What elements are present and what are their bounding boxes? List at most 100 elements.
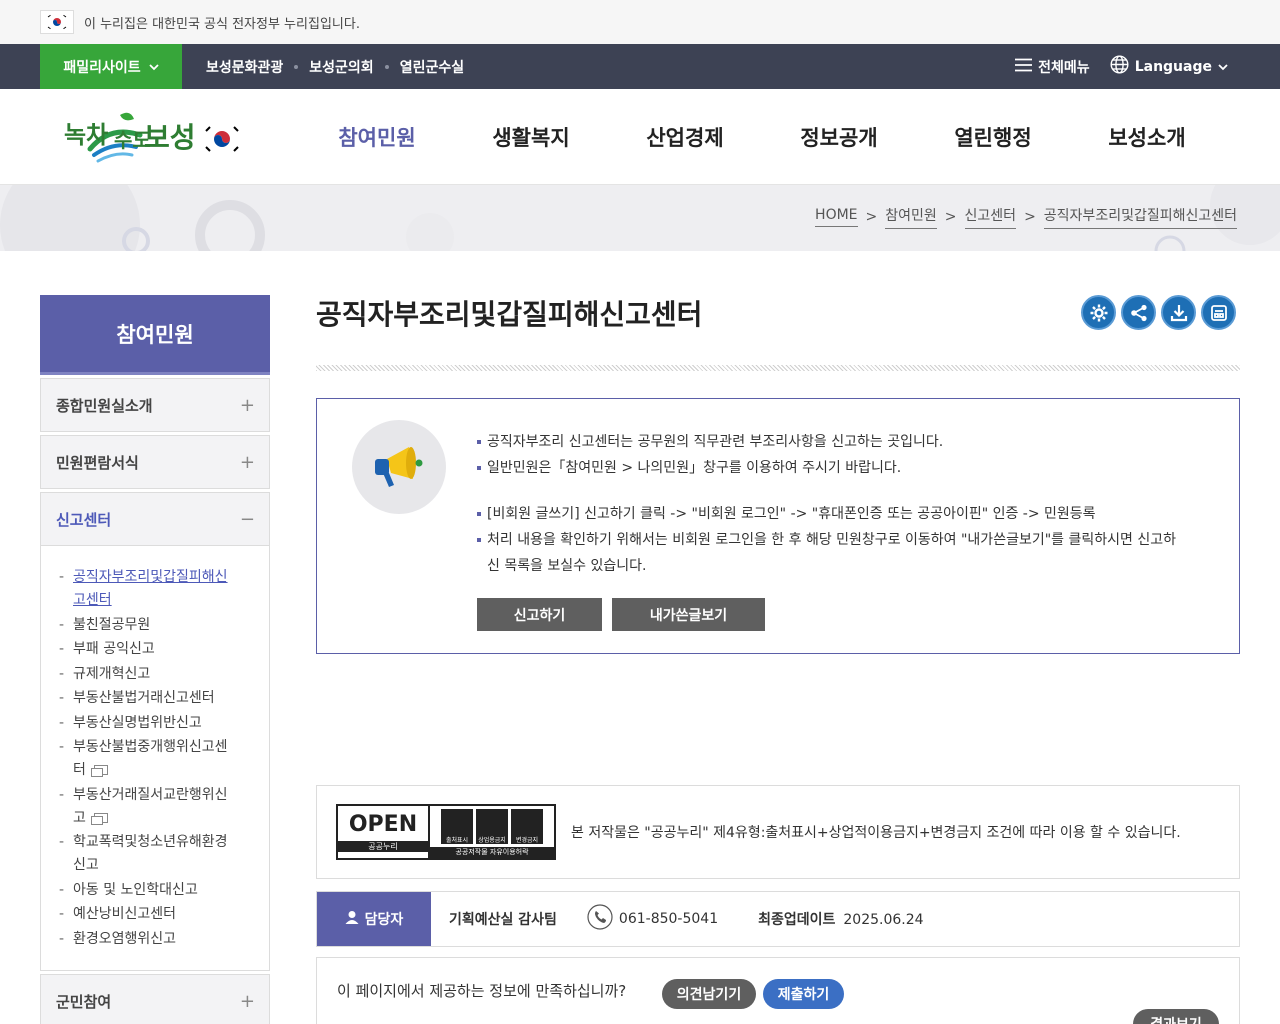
- phone-icon: [587, 904, 613, 934]
- breadcrumb-home[interactable]: HOME: [815, 207, 858, 227]
- manager-info: 담당자 기획예산실 감사팀 061-850-5041 최종업데이트 2025.06…: [316, 891, 1240, 947]
- attribution-icon: 출처표시: [441, 809, 473, 844]
- submenu-item[interactable]: 불친절공무원: [59, 614, 249, 637]
- info-text: 공직자부조리 신고센터는 공무원의 직무관련 부조리사항을 신고하는 곳입니다.…: [477, 429, 1217, 579]
- family-site-label: 패밀리사이트: [63, 59, 141, 76]
- sidebar-item-label: 민원편람서식: [56, 453, 139, 472]
- plus-icon: +: [239, 394, 255, 416]
- divider-dot: [384, 64, 389, 69]
- family-site-button[interactable]: 패밀리사이트: [40, 44, 182, 89]
- hamburger-icon: [1015, 58, 1033, 76]
- submenu-item[interactable]: 예산낭비신고센터: [59, 903, 249, 926]
- kogl-sub-text: 공공누리: [338, 840, 428, 852]
- chevron-down-icon: [1218, 59, 1228, 75]
- info-line: 일반민원은「참여민원 > 나의민원」창구를 이용하여 주시기 바랍니다.: [477, 455, 1217, 481]
- submenu-item[interactable]: 학교폭력및청소년유해환경신고: [59, 831, 249, 877]
- sidebar-item-label: 군민참여: [56, 992, 112, 1011]
- kogl-type4-logo: OPEN 공공누리 출처표시 상업용금지 변경금지 공공저작물 자유이용허락: [336, 804, 556, 860]
- main-content: 공직자부조리및갑질피해신고센터 공직자부조리 신고센터는 공무원의 직무관련 부…: [316, 295, 1240, 1024]
- submenu-item[interactable]: 아동 및 노인학대신고: [59, 879, 249, 902]
- gnb-participation[interactable]: 참여민원: [300, 122, 454, 152]
- sidebar-item-civil-office[interactable]: 종합민원실소개 +: [40, 378, 270, 432]
- no-commercial-icon: 상업용금지: [476, 809, 508, 844]
- satisfaction-survey: 이 페이지에서 제공하는 정보에 만족하십니까? 의견남기기 제출하기 결과보기: [316, 957, 1240, 1024]
- korea-flag-icon: [40, 10, 74, 34]
- info-line: 공직자부조리 신고센터는 공무원의 직무관련 부조리사항을 신고하는 곳입니다.: [477, 429, 1217, 455]
- breadcrumb-separator: >: [944, 209, 957, 225]
- download-icon[interactable]: [1161, 295, 1196, 330]
- top-link-culture-tour[interactable]: 보성문화관광: [206, 57, 283, 77]
- sidebar-item-citizen-participation[interactable]: 군민참여 +: [40, 974, 270, 1024]
- submenu-item[interactable]: 환경오염행위신고: [59, 928, 249, 951]
- sidebar-title: 참여민원: [40, 295, 270, 375]
- kogl-license: OPEN 공공누리 출처표시 상업용금지 변경금지 공공저작물 자유이용허락 본…: [316, 785, 1240, 879]
- gnb-administration[interactable]: 열린행정: [916, 122, 1070, 152]
- submenu-item[interactable]: 부동산불법중개행위신고센터: [59, 736, 249, 782]
- minus-icon: −: [239, 508, 255, 530]
- my-posts-button[interactable]: 내가쓴글보기: [612, 598, 765, 631]
- submenu-item[interactable]: 부패 공익신고: [59, 638, 249, 661]
- all-menu-label: 전체메뉴: [1038, 59, 1090, 76]
- gnb-welfare[interactable]: 생활복지: [454, 122, 608, 152]
- new-window-icon: [90, 765, 108, 777]
- top-utility-bar: 패밀리사이트 보성문화관광 보성군의회 열린군수실 전체메뉴 Language: [0, 44, 1280, 89]
- submenu-item-current[interactable]: 공직자부조리및갑질피해신고센터: [59, 566, 249, 612]
- info-line: [비회원 글쓰기] 신고하기 클릭 -> "비회원 로그인" -> "휴대폰인증…: [477, 501, 1217, 527]
- top-links: 보성문화관광 보성군의회 열린군수실: [206, 44, 464, 89]
- submenu-item[interactable]: 부동산불법거래신고센터: [59, 687, 249, 710]
- last-updated: 최종업데이트 2025.06.24: [758, 909, 923, 929]
- sub-visual-band: HOME > 참여민원 > 신고센터 > 공직자부조리및갑질피해신고센터: [0, 185, 1280, 251]
- gnb-information[interactable]: 정보공개: [762, 122, 916, 152]
- manager-label: 담당자: [364, 912, 404, 928]
- info-line: 처리 내용을 확인하기 위해서는 비회원 로그인을 한 후 해당 민원창구로 이…: [477, 527, 1217, 579]
- person-icon: [345, 910, 359, 928]
- svg-text:녹차: 녹차: [64, 121, 108, 149]
- top-link-council[interactable]: 보성군의회: [309, 57, 373, 77]
- site-header: 녹차 수도 보성 참여민원 생활복지 산업경제 정보공개 열린행정 보성소개: [0, 89, 1280, 185]
- gnb-economy[interactable]: 산업경제: [608, 122, 762, 152]
- gov-banner-text: 이 누리집은 대한민국 공식 전자정부 누리집입니다.: [84, 16, 360, 32]
- sidebar-item-report-center[interactable]: 신고센터 −: [40, 492, 270, 546]
- main-navigation: 참여민원 생활복지 산업경제 정보공개 열린행정 보성소개: [300, 89, 1224, 185]
- submenu-item[interactable]: 규제개혁신고: [59, 663, 249, 686]
- site-logo[interactable]: 녹차 수도 보성: [62, 105, 242, 167]
- gnb-about[interactable]: 보성소개: [1070, 122, 1224, 152]
- side-navigation: 참여민원 종합민원실소개 + 민원편람서식 + 신고센터 − 공직자부조리및갑질…: [40, 295, 270, 1024]
- sidebar-item-civil-forms[interactable]: 민원편람서식 +: [40, 435, 270, 489]
- megaphone-icon: [352, 420, 446, 514]
- globe-icon: [1110, 55, 1129, 78]
- sidebar-submenu: 공직자부조리및갑질피해신고센터 불친절공무원 부패 공익신고 규제개혁신고 부동…: [40, 546, 270, 971]
- breadcrumb-current[interactable]: 공직자부조리및갑질피해신고센터: [1043, 205, 1237, 229]
- share-icon[interactable]: [1121, 295, 1156, 330]
- language-label: Language: [1134, 58, 1212, 75]
- submenu-item[interactable]: 부동산거래질서교란행위신고: [59, 784, 249, 830]
- license-text: 본 저작물은 "공공누리" 제4유형:출처표시+상업적이용금지+변경금지 조건에…: [571, 825, 1181, 841]
- settings-icon[interactable]: [1081, 295, 1116, 330]
- sidebar-item-label: 종합민원실소개: [56, 396, 153, 415]
- gov-banner: 이 누리집은 대한민국 공식 전자정부 누리집입니다.: [0, 0, 1280, 44]
- breadcrumb-separator: >: [865, 209, 878, 225]
- sidebar-item-label: 신고센터: [56, 510, 112, 529]
- divider-dot: [294, 64, 299, 69]
- plus-icon: +: [239, 990, 255, 1012]
- all-menu-button[interactable]: 전체메뉴: [1015, 57, 1090, 77]
- submenu-item[interactable]: 부동산실명법위반신고: [59, 712, 249, 735]
- breadcrumb: HOME > 참여민원 > 신고센터 > 공직자부조리및갑질피해신고센터: [815, 205, 1237, 229]
- print-icon[interactable]: [1201, 295, 1236, 330]
- breadcrumb-report-center[interactable]: 신고센터: [964, 205, 1017, 229]
- survey-question: 이 페이지에서 제공하는 정보에 만족하십니까?: [337, 982, 627, 1000]
- manager-label-box: 담당자: [317, 892, 431, 946]
- new-window-icon: [90, 812, 108, 825]
- submit-button[interactable]: 제출하기: [763, 979, 844, 1009]
- report-button[interactable]: 신고하기: [477, 598, 602, 631]
- top-link-mayor[interactable]: 열린군수실: [400, 57, 464, 77]
- last-updated-label: 최종업데이트: [758, 912, 836, 928]
- manager-phone: 061-850-5041: [587, 904, 718, 934]
- manager-department: 기획예산실 감사팀: [449, 912, 557, 928]
- breadcrumb-participation[interactable]: 참여민원: [885, 205, 937, 229]
- plus-icon: +: [239, 451, 255, 473]
- breadcrumb-separator: >: [1024, 209, 1036, 225]
- language-button[interactable]: Language: [1110, 55, 1228, 78]
- leave-opinion-button[interactable]: 의견남기기: [662, 979, 756, 1009]
- view-results-button[interactable]: 결과보기: [1133, 1009, 1219, 1024]
